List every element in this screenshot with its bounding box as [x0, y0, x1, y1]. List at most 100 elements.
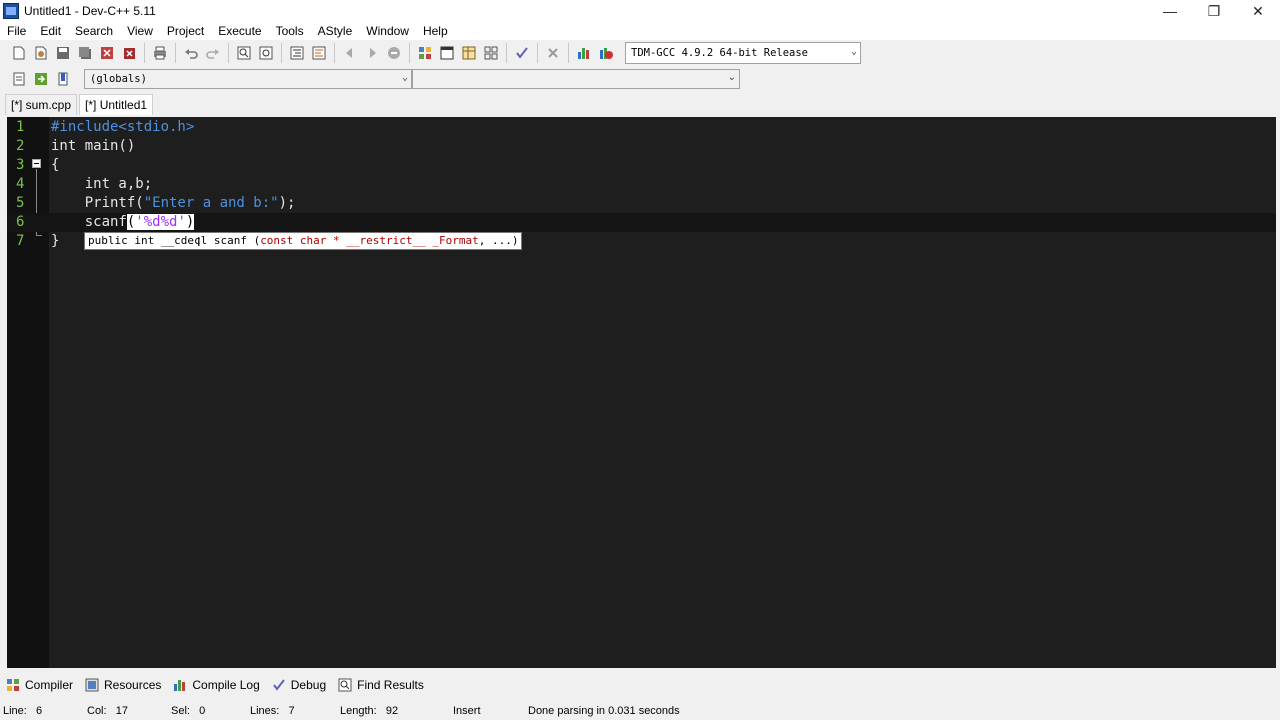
matched-bracket: ) — [185, 214, 195, 230]
save-all-button[interactable] — [74, 42, 96, 64]
minimize-button[interactable]: — — [1148, 0, 1192, 22]
redo-button[interactable] — [202, 42, 224, 64]
undo-button[interactable] — [180, 42, 202, 64]
menu-bar: File Edit Search View Project Execute To… — [0, 22, 1280, 40]
code-text: scanf('%d%d') — [51, 213, 195, 232]
menu-edit[interactable]: Edit — [33, 22, 68, 40]
string-literal: "Enter a and b:" — [143, 195, 279, 211]
delete-chart-icon — [600, 48, 613, 59]
tab-untitled1[interactable]: [*] Untitled1 — [79, 94, 154, 115]
title-bar: Untitled1 - Dev-C++ 5.11 — ❐ ✕ — [0, 0, 1280, 22]
menu-window[interactable]: Window — [359, 22, 416, 40]
stop-button[interactable] — [542, 42, 564, 64]
new-project-button[interactable] — [414, 42, 436, 64]
code-line: 2 int main() — [7, 137, 1276, 156]
check-syntax-button[interactable] — [511, 42, 533, 64]
menu-execute[interactable]: Execute — [211, 22, 268, 40]
code-token: Printf( — [51, 195, 144, 211]
globals-select[interactable]: (globals) ⌄ — [84, 69, 412, 89]
toolbar-separator — [537, 43, 538, 63]
new-file-button[interactable] — [8, 42, 30, 64]
toolbar-separator — [144, 43, 145, 63]
toolbar-separator — [281, 43, 282, 63]
checkmark-icon — [516, 47, 528, 59]
window-icon — [440, 46, 454, 60]
status-line: Line: 6 — [3, 705, 43, 717]
tab-compile-log[interactable]: Compile Log — [167, 674, 265, 696]
code-line: 5 Printf("Enter a and b:"); — [7, 194, 1276, 213]
tab-resources[interactable]: Resources — [79, 674, 167, 696]
code-text: #include<stdio.h> — [51, 119, 195, 135]
indent-button[interactable] — [286, 42, 308, 64]
restore-button[interactable]: ❐ — [1192, 0, 1236, 22]
toolbar-separator — [175, 43, 176, 63]
menu-file[interactable]: File — [0, 22, 33, 40]
menu-view[interactable]: View — [120, 22, 160, 40]
toolbar-separator — [568, 43, 569, 63]
string-literal: '%d%d' — [135, 214, 186, 230]
unindent-icon — [312, 46, 326, 60]
tile-button[interactable] — [480, 42, 502, 64]
file-tabs: [*] sum.cpp [*] Untitled1 — [0, 93, 154, 115]
function-select[interactable]: ⌄ — [412, 69, 740, 89]
save-button[interactable] — [52, 42, 74, 64]
tab-compiler[interactable]: Compiler — [0, 674, 79, 696]
previous-page-button[interactable] — [339, 42, 361, 64]
scope-toolbar: (globals) ⌄ ⌄ — [0, 66, 1280, 92]
compiler-grid-icon — [7, 679, 19, 691]
menu-help[interactable]: Help — [416, 22, 455, 40]
tab-label: Compiler — [25, 678, 74, 692]
tab-debug[interactable]: Debug — [266, 674, 332, 696]
tab-sum-cpp[interactable]: [*] sum.cpp — [5, 94, 78, 115]
status-sel: Sel: 0 — [171, 705, 206, 717]
find-button[interactable] — [233, 42, 255, 64]
menu-search[interactable]: Search — [68, 22, 120, 40]
tile-icon — [484, 46, 498, 60]
code-editor[interactable]: 1 #include<stdio.h> 2 int main() 3 { 4 i… — [7, 117, 1276, 668]
find-icon — [237, 46, 251, 60]
status-col: Col: 17 — [87, 705, 128, 717]
close-button[interactable]: ✕ — [1236, 0, 1280, 22]
line-number: 6 — [16, 214, 25, 230]
insert-button[interactable] — [8, 68, 30, 90]
resources-icon — [85, 678, 99, 692]
main-toolbar: TDM-GCC 4.9.2 64-bit Release ⌄ — [0, 40, 1280, 66]
save-all-icon — [79, 47, 91, 59]
menu-project[interactable]: Project — [160, 22, 211, 40]
menu-tools[interactable]: Tools — [269, 22, 311, 40]
bottom-panel-tabs: Compiler Resources Compile Log Debug Fin… — [0, 674, 1280, 696]
unindent-button[interactable] — [308, 42, 330, 64]
toolbar-separator — [334, 43, 335, 63]
undo-icon — [185, 49, 198, 59]
status-message: Done parsing in 0.031 seconds — [528, 705, 680, 717]
profile-button[interactable] — [573, 42, 595, 64]
menu-astyle[interactable]: AStyle — [311, 22, 360, 40]
goto-line-icon — [388, 47, 400, 59]
tab-find-results[interactable]: Find Results — [332, 674, 430, 696]
toolbar-separator — [506, 43, 507, 63]
replace-button[interactable] — [255, 42, 277, 64]
line-number: 2 — [16, 138, 25, 154]
code-text: Printf("Enter a and b:"); — [51, 194, 296, 213]
window-controls: — ❐ ✕ — [1148, 0, 1280, 22]
tab-label: Find Results — [357, 678, 424, 692]
toggle-bookmark-button[interactable] — [30, 68, 52, 90]
print-button[interactable] — [149, 42, 171, 64]
goto-bookmark-button[interactable] — [52, 68, 74, 90]
arrow-left-icon — [346, 48, 352, 58]
close-file-button[interactable] — [96, 42, 118, 64]
hint-current-param: const char * __restrict__ _Format — [260, 234, 479, 247]
class-browser-button[interactable] — [458, 42, 480, 64]
chevron-down-icon: ⌄ — [850, 46, 857, 57]
close-all-button[interactable] — [118, 42, 140, 64]
delete-profile-button[interactable] — [595, 42, 617, 64]
bookmark-arrow-icon — [35, 73, 47, 85]
goto-button[interactable] — [383, 42, 405, 64]
open-file-button[interactable] — [30, 42, 52, 64]
compiler-select-value: TDM-GCC 4.9.2 64-bit Release — [631, 47, 809, 59]
chevron-down-icon: ⌄ — [727, 72, 736, 83]
status-length: Length: 92 — [340, 705, 399, 717]
fullscreen-button[interactable] — [436, 42, 458, 64]
compiler-select[interactable]: TDM-GCC 4.9.2 64-bit Release ⌄ — [625, 42, 861, 64]
next-page-button[interactable] — [361, 42, 383, 64]
